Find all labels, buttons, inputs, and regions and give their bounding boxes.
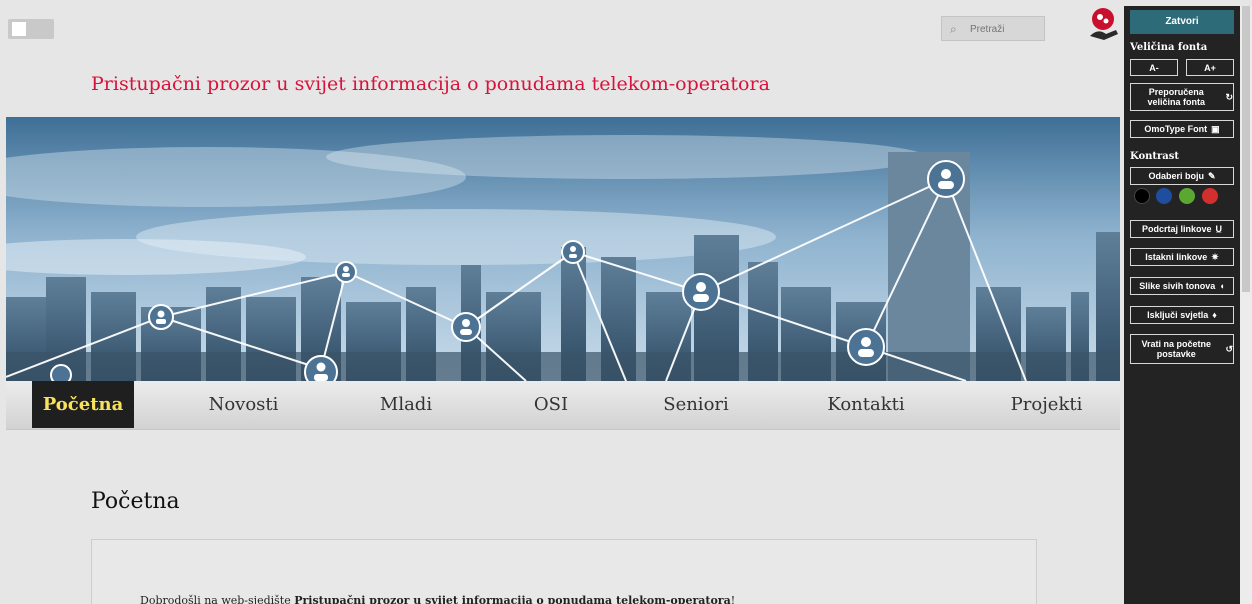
main-page: ⌕ Pristupačni prozor u svijet informacij…	[6, 6, 1120, 604]
reset-settings-button[interactable]: Vrati na početne postavke ↺	[1130, 334, 1234, 364]
hero-banner	[6, 117, 1120, 381]
welcome-bold: Pristupačni prozor u svijet informacija …	[294, 594, 731, 604]
nav-item-kontakti[interactable]: Kontakti	[811, 381, 921, 428]
scrollbar[interactable]	[1240, 6, 1252, 604]
menu-toggle[interactable]	[8, 19, 54, 39]
sun-icon: ✷	[1211, 252, 1219, 262]
lights-off-label: Isključi svjetla	[1147, 310, 1209, 320]
underline-icon: U̲	[1215, 224, 1223, 234]
nav-item-projekti[interactable]: Projekti	[994, 381, 1099, 428]
search-icon: ⌕	[950, 22, 957, 36]
welcome-text: Dobrodošli na web-sjedište Pristupačni p…	[140, 594, 735, 604]
swatch-blue[interactable]	[1156, 188, 1172, 204]
font-increase-button[interactable]: A+	[1186, 59, 1234, 76]
nav-item-seniori[interactable]: Seniori	[646, 381, 746, 428]
omotype-font-button[interactable]: OmoType Font ▣	[1130, 120, 1234, 138]
nav-item-mladi[interactable]: Mladi	[356, 381, 456, 428]
nav-item-osi[interactable]: OSI	[511, 381, 591, 428]
search-box[interactable]: ⌕	[941, 16, 1045, 41]
reset-label: Vrati na početne postavke	[1141, 339, 1211, 359]
omotype-label: OmoType Font	[1144, 124, 1208, 134]
reset-icon: ↺	[1225, 344, 1233, 354]
underline-links-label: Podcrtaj linkove	[1141, 224, 1212, 234]
refresh-icon: ↻	[1225, 92, 1233, 102]
welcome-prefix: Dobrodošli na web-sjedište	[140, 594, 295, 604]
nav-item-pocetna[interactable]: Početna	[32, 381, 134, 428]
accessibility-panel: Zatvori Veličina fonta A- A+ Preporučena…	[1124, 6, 1240, 604]
recommended-size-label: Preporučena veličina fonta	[1147, 87, 1205, 107]
page-heading: Početna	[91, 489, 180, 514]
search-input[interactable]	[970, 21, 1040, 37]
toggle-knob	[12, 22, 26, 36]
highlight-links-label: Istakni linkove	[1145, 252, 1208, 262]
close-button[interactable]: Zatvori	[1130, 10, 1234, 34]
lights-off-button[interactable]: Isključi svjetla ♦	[1130, 306, 1234, 324]
highlight-links-button[interactable]: Istakni linkove ✷	[1130, 248, 1234, 266]
choose-color-button[interactable]: Odaberi boju ✎	[1130, 167, 1234, 185]
site-title[interactable]: Pristupačni prozor u svijet informacija …	[91, 73, 770, 95]
underline-links-button[interactable]: Podcrtaj linkove U̲	[1130, 220, 1234, 238]
content-box: Dobrodošli na web-sjedište Pristupačni p…	[91, 539, 1037, 604]
bulb-icon: ♦	[1212, 310, 1217, 320]
recommended-font-size-button[interactable]: Preporučena veličina fonta ↻	[1130, 83, 1234, 111]
city-network-image	[6, 117, 1120, 381]
welcome-suffix: !	[730, 594, 736, 604]
nav-item-novosti[interactable]: Novosti	[186, 381, 301, 428]
font-decrease-button[interactable]: A-	[1130, 59, 1178, 76]
contrast-label: Kontrast	[1130, 151, 1180, 162]
swatch-black[interactable]	[1134, 188, 1150, 204]
drop-icon: ◖	[1219, 281, 1225, 291]
font-icon: ▣	[1211, 124, 1220, 134]
main-nav: Početna Novosti Mladi OSI Seniori Kontak…	[6, 381, 1120, 430]
choose-color-label: Odaberi boju	[1148, 171, 1204, 181]
grayscale-images-label: Slike sivih tonova	[1139, 281, 1216, 291]
accessibility-logo-icon[interactable]	[1086, 6, 1120, 42]
pencil-icon: ✎	[1207, 171, 1216, 181]
swatch-red[interactable]	[1202, 188, 1218, 204]
font-size-label: Veličina fonta	[1130, 42, 1208, 53]
grayscale-images-button[interactable]: Slike sivih tonova ◖	[1130, 277, 1234, 295]
swatch-green[interactable]	[1179, 188, 1195, 204]
scrollbar-thumb[interactable]	[1242, 6, 1250, 292]
